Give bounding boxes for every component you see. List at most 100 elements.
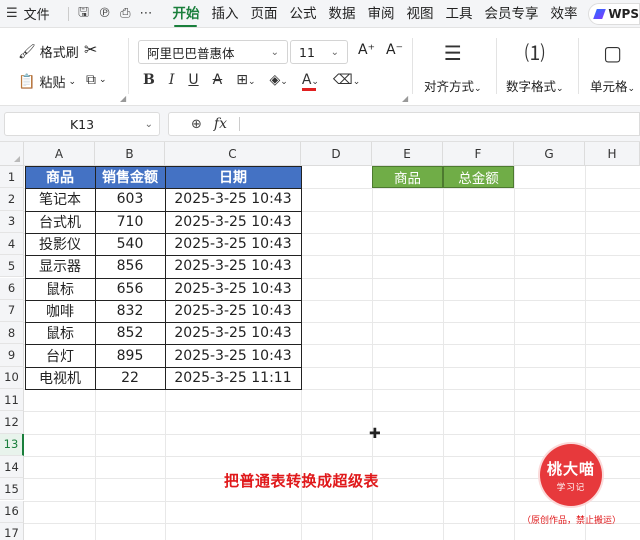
row-header-selected[interactable]: 13 bbox=[0, 433, 24, 456]
column-header-f[interactable]: F bbox=[443, 142, 514, 166]
column-header-b[interactable]: B bbox=[95, 142, 165, 166]
table-cell[interactable]: 656 bbox=[95, 278, 165, 300]
expand-corner-icon[interactable]: ◢ bbox=[402, 94, 408, 103]
tab-efficiency[interactable]: 效率 bbox=[544, 0, 583, 28]
more-icon[interactable]: ⋯ bbox=[139, 6, 152, 21]
row-header[interactable]: 10 bbox=[0, 366, 24, 389]
row-header[interactable]: 4 bbox=[0, 232, 24, 256]
export-pdf-icon[interactable]: ℗ bbox=[98, 6, 111, 21]
table-cell[interactable]: 2025-3-25 11:11 bbox=[165, 367, 301, 389]
table-cell[interactable]: 2025-3-25 10:43 bbox=[165, 188, 301, 210]
strikethrough-button[interactable]: A bbox=[213, 72, 223, 88]
row-header[interactable]: 14 bbox=[0, 455, 24, 479]
row-header[interactable]: 5 bbox=[0, 255, 24, 278]
column-header-c[interactable]: C bbox=[165, 142, 301, 166]
row-header[interactable]: 15 bbox=[0, 478, 24, 501]
column-header-h[interactable]: H bbox=[585, 142, 640, 166]
table-header-cell[interactable]: 日期 bbox=[165, 166, 301, 189]
row-header[interactable]: 7 bbox=[0, 299, 24, 323]
table-cell[interactable]: 咖啡 bbox=[25, 300, 95, 322]
table-cell[interactable]: 显示器 bbox=[25, 255, 95, 277]
row-header[interactable]: 1 bbox=[0, 166, 24, 189]
tab-insert[interactable]: 插入 bbox=[205, 0, 244, 28]
row-header[interactable]: 16 bbox=[0, 500, 24, 523]
clear-format-button[interactable]: ⌫⌄ bbox=[333, 72, 360, 88]
table-cell[interactable]: 电视机 bbox=[25, 367, 95, 389]
underline-button[interactable]: U bbox=[188, 72, 198, 88]
save-icon[interactable]: 🖫 bbox=[78, 3, 89, 25]
table-cell[interactable]: 2025-3-25 10:43 bbox=[165, 255, 301, 277]
fx-label[interactable]: fx bbox=[214, 116, 227, 132]
tab-home[interactable]: 开始 bbox=[166, 0, 205, 28]
tab-review[interactable]: 审阅 bbox=[361, 0, 400, 28]
wps-ai-button[interactable]: WPS bbox=[588, 3, 640, 25]
cell-button[interactable]: ▢ 单元格⌄ bbox=[590, 38, 635, 95]
table-cell[interactable]: 投影仪 bbox=[25, 233, 95, 255]
number-format-button[interactable]: ⑴ 数字格式⌄ bbox=[506, 38, 564, 95]
table-cell[interactable]: 2025-3-25 10:43 bbox=[165, 300, 301, 322]
row-header[interactable]: 2 bbox=[0, 188, 24, 211]
column-header-a[interactable]: A bbox=[24, 142, 95, 166]
decrease-font-button[interactable]: A⁻ bbox=[386, 42, 403, 58]
table-cell[interactable]: 笔记本 bbox=[25, 188, 95, 210]
column-header-e[interactable]: E bbox=[372, 142, 443, 166]
row-header[interactable]: 8 bbox=[0, 322, 24, 345]
row-header[interactable]: 6 bbox=[0, 277, 24, 300]
font-name-select[interactable]: 阿里巴巴普惠体 ⌄ bbox=[138, 40, 288, 64]
format-painter-button[interactable]: 🖌 格式刷 bbox=[18, 42, 79, 62]
copy-button[interactable]: ⧉ ⌄ bbox=[86, 72, 107, 88]
font-color-button[interactable]: A ⌄ bbox=[301, 72, 319, 91]
table-cell[interactable]: 710 bbox=[95, 211, 165, 233]
table-cell[interactable]: 22 bbox=[95, 367, 165, 389]
summary-header-cell[interactable]: 总金额 bbox=[443, 166, 514, 189]
row-header[interactable]: 3 bbox=[0, 210, 24, 233]
tab-page[interactable]: 页面 bbox=[244, 0, 283, 28]
table-cell[interactable]: 鼠标 bbox=[25, 278, 95, 300]
border-button[interactable]: ⊞⌄ bbox=[236, 72, 255, 88]
table-cell[interactable]: 540 bbox=[95, 233, 165, 255]
table-cell[interactable]: 852 bbox=[95, 322, 165, 344]
table-cell[interactable]: 895 bbox=[95, 344, 165, 366]
row-header[interactable]: 11 bbox=[0, 389, 24, 412]
formula-input[interactable]: ⊕ fx bbox=[168, 112, 640, 136]
table-cell[interactable]: 台灯 bbox=[25, 344, 95, 366]
table-header-cell[interactable]: 销售金额 bbox=[95, 166, 165, 189]
cut-button[interactable]: ✂ bbox=[84, 40, 97, 59]
column-header-d[interactable]: D bbox=[301, 142, 372, 166]
bold-button[interactable]: B bbox=[143, 72, 155, 88]
file-menu[interactable]: ☰ 文件 bbox=[0, 4, 60, 23]
font-size-select[interactable]: 11 ⌄ bbox=[290, 40, 348, 64]
tab-data[interactable]: 数据 bbox=[322, 0, 361, 28]
tab-view[interactable]: 视图 bbox=[400, 0, 439, 28]
tab-formula[interactable]: 公式 bbox=[283, 0, 322, 28]
expand-corner-icon[interactable]: ◢ bbox=[120, 94, 126, 103]
table-cell[interactable]: 2025-3-25 10:43 bbox=[165, 211, 301, 233]
column-header-g[interactable]: G bbox=[514, 142, 585, 166]
table-cell[interactable]: 2025-3-25 10:43 bbox=[165, 322, 301, 344]
name-box[interactable]: K13 ⌄ bbox=[4, 112, 160, 136]
zoom-search-icon[interactable]: ⊕ bbox=[191, 117, 202, 132]
table-header-cell[interactable]: 商品 bbox=[25, 166, 95, 189]
table-cell[interactable]: 603 bbox=[95, 188, 165, 210]
tab-member[interactable]: 会员专享 bbox=[478, 0, 544, 28]
paste-button[interactable]: 📋 粘贴 ⌄ bbox=[18, 72, 76, 92]
fill-color-button[interactable]: ◈⌄ bbox=[269, 72, 287, 88]
increase-font-button[interactable]: A⁺ bbox=[358, 42, 375, 58]
table-cell[interactable]: 832 bbox=[95, 300, 165, 322]
alignment-button[interactable]: ☰ 对齐方式⌄ bbox=[424, 38, 482, 95]
row-header[interactable]: 12 bbox=[0, 411, 24, 434]
table-cell[interactable]: 2025-3-25 10:43 bbox=[165, 278, 301, 300]
tab-tools[interactable]: 工具 bbox=[439, 0, 478, 28]
print-icon[interactable]: ⎙ bbox=[120, 6, 130, 21]
select-all-button[interactable] bbox=[0, 142, 24, 166]
table-cell[interactable]: 台式机 bbox=[25, 211, 95, 233]
table-cell[interactable]: 2025-3-25 10:43 bbox=[165, 233, 301, 255]
table-cell[interactable]: 856 bbox=[95, 255, 165, 277]
table-cell[interactable]: 鼠标 bbox=[25, 322, 95, 344]
wps-brand-label: WPS bbox=[608, 7, 639, 21]
italic-button[interactable]: I bbox=[169, 72, 175, 88]
summary-header-cell[interactable]: 商品 bbox=[372, 166, 443, 189]
row-header[interactable]: 17 bbox=[0, 522, 24, 540]
table-cell[interactable]: 2025-3-25 10:43 bbox=[165, 344, 301, 366]
row-header[interactable]: 9 bbox=[0, 344, 24, 367]
